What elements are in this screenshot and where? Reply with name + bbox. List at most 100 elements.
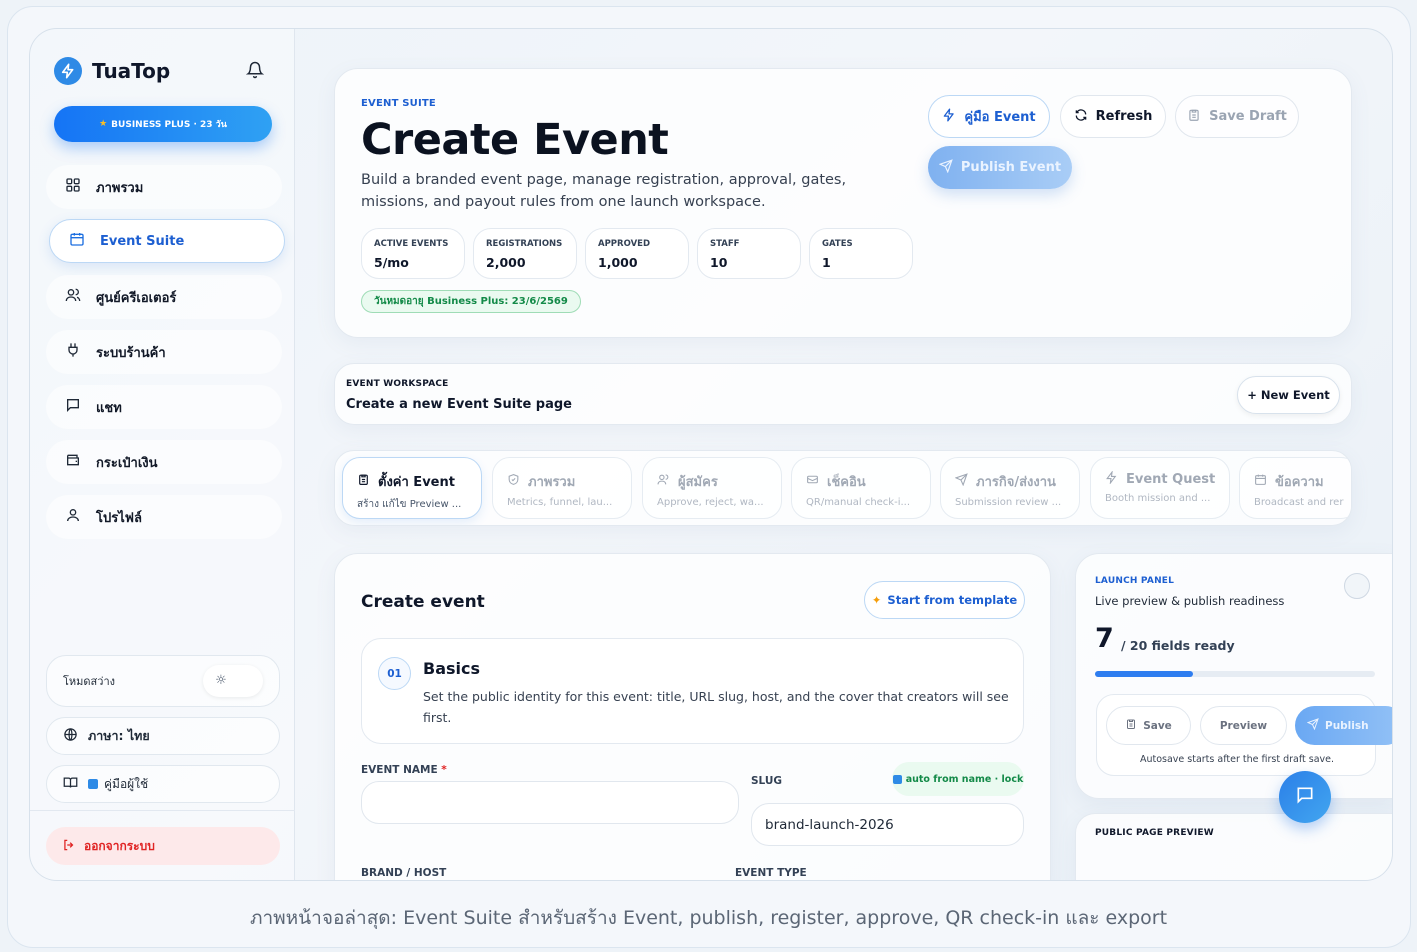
panel-preview-button[interactable]: Preview xyxy=(1200,706,1287,745)
page-title: Create Event xyxy=(361,115,669,165)
tab-overview[interactable]: ภาพรวม Metrics, funnel, lau... xyxy=(492,457,632,519)
plan-badge[interactable]: ★ BUSINESS PLUS · 23 วัน xyxy=(54,106,272,142)
tab-missions[interactable]: ภารกิจ/ส่งงาน Submission review ... xyxy=(940,457,1080,519)
panel-publish-button[interactable]: Publish xyxy=(1295,706,1392,745)
sidebar-item-event-suite[interactable]: Event Suite xyxy=(49,219,285,263)
user-icon xyxy=(64,507,82,527)
sparkle-icon: ✦ xyxy=(871,593,882,607)
tab-messages[interactable]: ข้อความ Broadcast and rer xyxy=(1239,457,1351,519)
sidebar-item-label: แชท xyxy=(96,400,122,416)
language-button[interactable]: ภาษา: ไทย xyxy=(46,717,280,755)
tab-sub: QR/manual check-i... xyxy=(806,497,911,508)
sidebar-item-label: ภาพรวม xyxy=(96,180,144,196)
stat-label: GATES xyxy=(822,239,853,249)
bell-icon[interactable] xyxy=(245,61,265,81)
sidebar-item-label: กระเป๋าเงิน xyxy=(96,455,158,471)
sidebar-item-label: โปรไฟล์ xyxy=(96,510,142,526)
shield-icon xyxy=(507,473,520,490)
panel-collapse-toggle[interactable] xyxy=(1344,573,1370,599)
stat-label: REGISTRATIONS xyxy=(486,239,563,249)
refresh-label: Refresh xyxy=(1095,109,1153,124)
event-guide-button[interactable]: คู่มือ Event xyxy=(928,95,1050,138)
save-draft-label: Save Draft xyxy=(1209,109,1287,124)
bolt-icon xyxy=(54,57,82,85)
event-guide-label: คู่มือ Event xyxy=(964,110,1036,125)
ready-total: / 20 fields ready xyxy=(1121,638,1235,653)
send-icon xyxy=(954,473,968,490)
tab-label: ผู้สมัคร xyxy=(678,475,718,490)
square-icon xyxy=(88,779,98,789)
stat-value: 1 xyxy=(822,255,831,270)
workspace-eyebrow: EVENT WORKSPACE xyxy=(346,379,449,389)
step-title: Basics xyxy=(423,659,481,678)
stat-label: STAFF xyxy=(710,239,740,249)
sidebar-item-store-system[interactable]: ระบบร้านค้า xyxy=(46,330,282,374)
tab-label: เช็คอิน xyxy=(827,475,866,490)
new-event-button[interactable]: + New Event xyxy=(1237,376,1340,414)
stat-value: 10 xyxy=(710,255,728,270)
sidebar-item-creator-center[interactable]: ศูนย์ครีเอเตอร์ xyxy=(46,275,282,319)
event-name-input[interactable] xyxy=(361,781,739,824)
slug-label: SLUG xyxy=(751,775,783,787)
tab-sub: Booth mission and ... xyxy=(1105,493,1211,504)
slug-input[interactable]: brand-launch-2026 xyxy=(751,803,1024,846)
chat-fab-button[interactable] xyxy=(1279,771,1331,823)
tab-event-quest[interactable]: Event Quest Booth mission and ... xyxy=(1090,457,1230,519)
logout-button[interactable]: ออกจากระบบ xyxy=(46,827,280,865)
publish-event-button[interactable]: Publish Event xyxy=(928,146,1072,189)
brand-name: TuaTop xyxy=(92,59,171,83)
tab-label: ภาพรวม xyxy=(528,475,576,490)
users-icon xyxy=(657,473,670,490)
tab-label: ภารกิจ/ส่งงาน xyxy=(976,475,1056,490)
slug-lock-pill[interactable]: auto from name · lock xyxy=(892,762,1024,796)
tab-sub: Broadcast and rer xyxy=(1254,497,1344,508)
stat-approved: APPROVED 1,000 xyxy=(585,228,689,279)
event-type-label: EVENT TYPE xyxy=(735,867,807,879)
autosave-note: Autosave starts after the first draft sa… xyxy=(1139,754,1335,765)
sidebar-item-profile[interactable]: โปรไฟล์ xyxy=(46,495,282,539)
chat-icon xyxy=(64,397,82,417)
theme-toggle[interactable]: ☼ xyxy=(203,665,263,697)
stat-value: 5/mo xyxy=(374,255,409,270)
brand[interactable]: TuaTop xyxy=(54,57,170,85)
globe-icon xyxy=(63,727,78,745)
refresh-button[interactable]: Refresh xyxy=(1060,95,1166,138)
launch-panel: LAUNCH PANEL Live preview & publish read… xyxy=(1075,553,1392,799)
light-mode-label: โหมดสว่าง xyxy=(63,675,115,688)
clipboard-icon xyxy=(357,473,370,490)
tab-label: ข้อความ xyxy=(1275,475,1324,490)
panel-save-button[interactable]: Save xyxy=(1106,706,1191,745)
tab-check-in[interactable]: เช็คอิน QR/manual check-i... xyxy=(791,457,931,519)
sidebar: TuaTop ★ BUSINESS PLUS · 23 วัน ภาพรวม E… xyxy=(30,29,295,880)
plan-badge-label: BUSINESS PLUS · 23 วัน xyxy=(111,120,227,130)
tab-sub: สร้าง แก้ไข Preview ... xyxy=(357,499,462,510)
public-preview-card: PUBLIC PAGE PREVIEW xyxy=(1075,813,1392,880)
panel-save-label: Save xyxy=(1143,719,1172,732)
stat-label: APPROVED xyxy=(598,239,651,249)
workspace-title: Create a new Event Suite page xyxy=(346,397,573,412)
launch-panel-eyebrow: LAUNCH PANEL xyxy=(1095,576,1175,586)
tab-label: ตั้งค่า Event xyxy=(378,475,455,490)
app-window: TuaTop ★ BUSINESS PLUS · 23 วัน ภาพรวม E… xyxy=(29,28,1393,881)
clipboard-icon xyxy=(1125,718,1137,733)
required-mark: * xyxy=(441,764,447,776)
tab-event-settings[interactable]: ตั้งค่า Event สร้าง แก้ไข Preview ... xyxy=(342,457,482,519)
page-description: Build a branded event page, manage regis… xyxy=(361,172,847,210)
sidebar-item-label: ศูนย์ครีเอเตอร์ xyxy=(96,290,177,306)
logout-icon xyxy=(62,838,76,855)
sidebar-item-chat[interactable]: แชท xyxy=(46,385,282,429)
stat-active-events: ACTIVE EVENTS 5/mo xyxy=(361,228,465,279)
tab-label: Event Quest xyxy=(1126,472,1216,487)
hero-eyebrow: EVENT SUITE xyxy=(361,98,436,109)
user-manual-button[interactable]: คู่มือผู้ใช้ xyxy=(46,765,280,803)
launch-panel-subtitle: Live preview & publish readiness xyxy=(1095,594,1285,608)
save-draft-button[interactable]: Save Draft xyxy=(1175,95,1299,138)
sidebar-item-overview[interactable]: ภาพรวม xyxy=(46,165,282,209)
bolt-icon xyxy=(942,108,956,126)
tab-applicants[interactable]: ผู้สมัคร Approve, reject, wa... xyxy=(642,457,782,519)
panel-preview-label: Preview xyxy=(1219,719,1268,732)
logout-label: ออกจากระบบ xyxy=(84,838,155,853)
sidebar-item-wallet[interactable]: กระเป๋าเงิน xyxy=(46,440,282,484)
star-icon: ★ xyxy=(99,119,108,129)
start-from-template-button[interactable]: ✦ Start from template xyxy=(864,581,1025,619)
